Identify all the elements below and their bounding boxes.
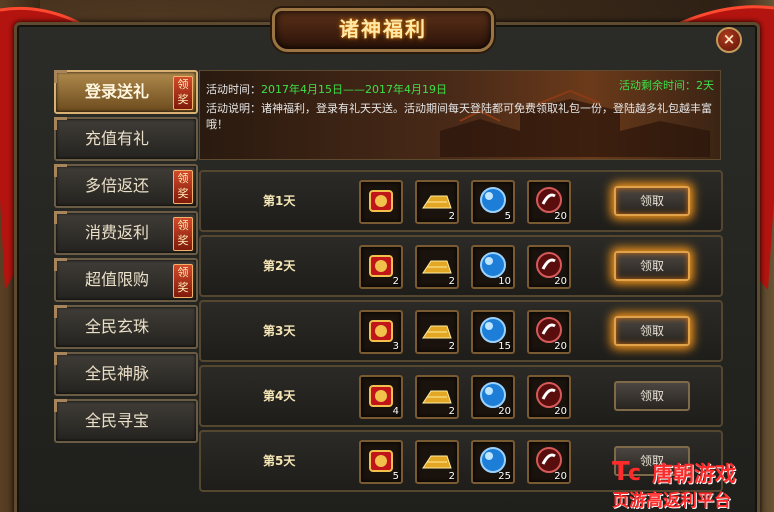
event-desc-label: 活动说明：: [206, 102, 261, 115]
sidebar-item-login-gift[interactable]: 登录送礼 领奖: [54, 70, 198, 114]
reward-row-day-1: 第1天 2 5 20 领取: [199, 170, 723, 232]
reward-badge: 领奖: [173, 76, 193, 110]
sidebar-item-label: 超值限购: [84, 270, 149, 289]
reward-item-slot[interactable]: 20: [527, 310, 571, 354]
sidebar-item-label: 全民寻宝: [84, 411, 149, 430]
item-quantity: 4: [392, 406, 399, 417]
sidebar-item-label: 全民玄珠: [84, 317, 149, 336]
sidebar-item-label: 消费返利: [84, 223, 149, 242]
reward-item-slot[interactable]: 4: [359, 375, 403, 419]
claim-button[interactable]: 领取: [614, 381, 690, 411]
day-label: 第3天: [263, 324, 296, 338]
watermark-subtitle: 页游高返利平台: [612, 491, 731, 511]
reward-item-slot[interactable]: 15: [471, 310, 515, 354]
remaining-time-value: 2天: [696, 79, 714, 92]
game-scene: 诸神福利 × 登录送礼 领奖 充值有礼 多倍返还 领奖 消费返利 领奖 超值限购…: [0, 0, 774, 512]
reward-item-slot[interactable]: 20: [471, 375, 515, 419]
reward-row-day-2: 第2天 2 2 10 20 领取: [199, 235, 723, 297]
remaining-time-label: 活动剩余时间：: [619, 79, 696, 92]
claim-button[interactable]: 领取: [614, 316, 690, 346]
panel-title: 诸神福利: [339, 17, 427, 41]
item-quantity: 10: [498, 276, 511, 287]
day-label: 第5天: [263, 454, 296, 468]
item-quantity: 3: [392, 341, 399, 352]
sidebar-item-recharge-gift[interactable]: 充值有礼: [54, 117, 198, 161]
item-quantity: 5: [392, 471, 399, 482]
sidebar-item-multi-return[interactable]: 多倍返还 领奖: [54, 164, 198, 208]
reward-item-slot[interactable]: 25: [471, 440, 515, 484]
reward-item-slot[interactable]: 3: [359, 310, 403, 354]
item-quantity: 25: [498, 471, 511, 482]
item-quantity: 20: [554, 406, 567, 417]
reward-item-slot[interactable]: 2: [415, 180, 459, 224]
reward-row-day-3: 第3天 3 2 15 20 领取: [199, 300, 723, 362]
site-watermark: T c 唐朝游戏 页游高返利平台: [612, 452, 774, 512]
item-quantity: 2: [392, 276, 399, 287]
day-label: 第1天: [263, 194, 296, 208]
remaining-time-row: 活动剩余时间：2天: [619, 77, 714, 93]
item-quantity: 5: [504, 211, 511, 222]
event-desc-value: 诸神福利，登录有礼天天送。活动期间每天登陆都可免费领取礼包一份，登陆越多礼包越丰…: [206, 102, 712, 131]
item-quantity: 20: [554, 471, 567, 482]
panel-title-plate: 诸神福利: [272, 8, 494, 52]
sidebar-item-limited-purchase[interactable]: 超值限购 领奖: [54, 258, 198, 302]
reward-item-slot[interactable]: 20: [527, 245, 571, 289]
reward-badge: 领奖: [173, 217, 193, 251]
reward-item-slot[interactable]: 2: [415, 440, 459, 484]
watermark-title: 唐朝游戏: [652, 462, 736, 486]
event-time-label: 活动时间：: [206, 83, 261, 96]
sidebar-item-label: 登录送礼: [84, 82, 149, 101]
item-quantity: 2: [448, 406, 455, 417]
reward-badge: 领奖: [173, 170, 193, 204]
sidebar-item-label: 全民神脉: [84, 364, 149, 383]
sidebar-item-label: 充值有礼: [84, 129, 149, 148]
reward-item-slot[interactable]: 2: [415, 245, 459, 289]
treasure-seal-icon: [369, 190, 393, 212]
reward-row-day-4: 第4天 4 2 20 20 领取: [199, 365, 723, 427]
reward-badge: 领奖: [173, 264, 193, 298]
item-quantity: 20: [554, 276, 567, 287]
reward-item-slot[interactable]: 10: [471, 245, 515, 289]
svg-text:c: c: [628, 461, 641, 486]
item-quantity: 20: [498, 406, 511, 417]
reward-item-slot[interactable]: 2: [359, 245, 403, 289]
item-quantity: 2: [448, 471, 455, 482]
reward-item-slot[interactable]: 5: [359, 440, 403, 484]
item-quantity: 2: [448, 276, 455, 287]
reward-item-slot[interactable]: 5: [471, 180, 515, 224]
close-button[interactable]: ×: [716, 27, 742, 53]
item-quantity: 20: [554, 341, 567, 352]
sidebar-item-label: 多倍返还: [84, 176, 149, 195]
event-time-value: 2017年4月15日——2017年4月19日: [261, 83, 447, 96]
day-label: 第2天: [263, 259, 296, 273]
claim-button[interactable]: 领取: [614, 251, 690, 281]
sidebar-item-all-vein[interactable]: 全民神脉: [54, 352, 198, 396]
sidebar-item-all-treasure-hunt[interactable]: 全民寻宝: [54, 399, 198, 443]
reward-item-slot[interactable]: 20: [527, 440, 571, 484]
event-time-row: 活动时间：2017年4月15日——2017年4月19日: [206, 81, 447, 97]
item-quantity: 2: [448, 341, 455, 352]
event-description: 活动说明：诸神福利，登录有礼天天送。活动期间每天登陆都可免费领取礼包一份，登陆越…: [206, 101, 716, 133]
item-quantity: 15: [498, 341, 511, 352]
reward-item-slot[interactable]: [359, 180, 403, 224]
reward-item-slot[interactable]: 2: [415, 375, 459, 419]
item-quantity: 20: [554, 211, 567, 222]
reward-item-slot[interactable]: 20: [527, 375, 571, 419]
reward-item-slot[interactable]: 2: [415, 310, 459, 354]
sidebar-item-all-pearl[interactable]: 全民玄珠: [54, 305, 198, 349]
claim-button[interactable]: 领取: [614, 186, 690, 216]
event-info-box: 活动时间：2017年4月15日——2017年4月19日 活动剩余时间：2天 活动…: [199, 70, 721, 160]
tc-logo-icon: T c: [612, 457, 641, 486]
day-label: 第4天: [263, 389, 296, 403]
reward-item-slot[interactable]: 20: [527, 180, 571, 224]
item-quantity: 2: [448, 211, 455, 222]
sidebar-item-consume-rebate[interactable]: 消费返利 领奖: [54, 211, 198, 255]
